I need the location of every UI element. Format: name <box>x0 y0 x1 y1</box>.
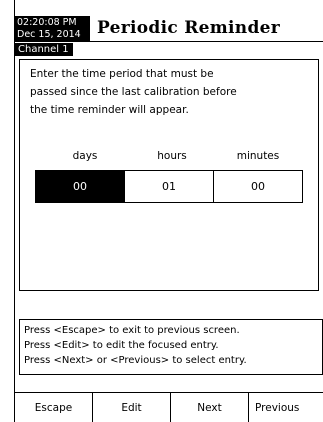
next-button[interactable]: Next <box>171 393 249 422</box>
help-line: Press <Edit> to edit the focused entry. <box>24 340 219 351</box>
clock-time: 02:20:08 PM <box>17 17 77 28</box>
header-bar: 02:20:08 PM Dec 15, 2014 Periodic Remind… <box>15 16 323 42</box>
clock-date: Dec 15, 2014 <box>17 28 81 40</box>
channel-badge: Channel 1 <box>15 43 73 56</box>
hours-entry[interactable]: 01 <box>124 171 213 202</box>
days-entry[interactable]: 00 <box>36 171 124 202</box>
minutes-entry[interactable]: 00 <box>213 171 302 202</box>
instructions-line: the time reminder will appear. <box>30 104 189 116</box>
days-label: days <box>72 150 98 162</box>
help-line: Press <Escape> to exit to previous scree… <box>24 325 240 336</box>
softkey-bar: Escape Edit Next Previous <box>15 392 323 422</box>
instructions-text: Enter the time period that must be passe… <box>30 65 310 119</box>
device-screen: 02:20:08 PM Dec 15, 2014 Periodic Remind… <box>14 0 323 422</box>
instructions-line: Enter the time period that must be <box>30 68 214 80</box>
minutes-label: minutes <box>236 150 280 162</box>
instructions-line: passed since the last calibration before <box>30 86 237 98</box>
hours-label: hours <box>157 150 187 162</box>
time-period-entries: 00 01 00 <box>35 170 303 203</box>
page-title: Periodic Reminder <box>97 18 281 38</box>
help-line: Press <Next> or <Previous> to select ent… <box>24 355 247 366</box>
edit-button[interactable]: Edit <box>93 393 171 422</box>
help-box: Press <Escape> to exit to previous scree… <box>19 319 323 375</box>
previous-button[interactable]: Previous <box>249 393 323 422</box>
escape-button[interactable]: Escape <box>15 393 93 422</box>
clock-display: 02:20:08 PM Dec 15, 2014 <box>15 16 90 42</box>
reminder-panel: Enter the time period that must be passe… <box>19 59 319 291</box>
